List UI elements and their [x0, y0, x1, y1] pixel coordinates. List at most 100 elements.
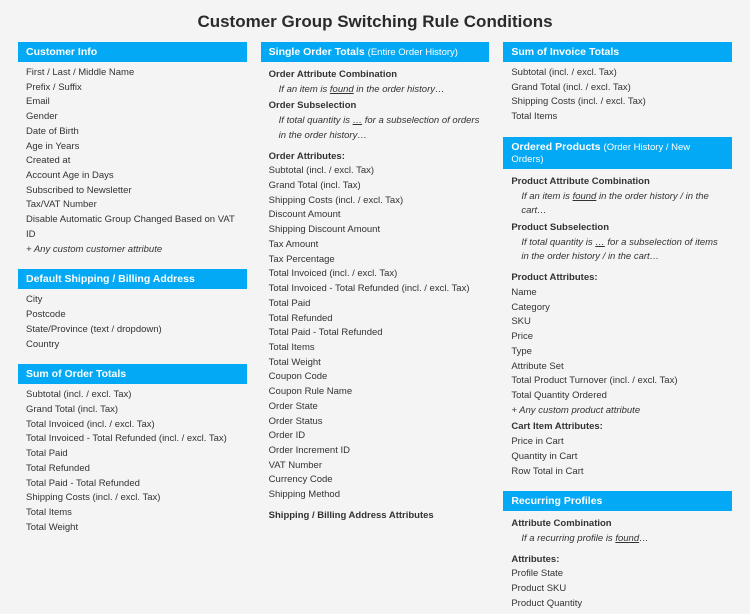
ordered-group1-desc: If an item is found in the order history… [511, 190, 724, 219]
page-title: Customer Group Switching Rule Conditions [18, 12, 732, 32]
list-item: Shipping Costs (incl. / excl. Tax) [26, 491, 239, 506]
section-header-single-order-main: Single Order Totals [269, 46, 365, 58]
list-item: Total Paid [269, 297, 482, 312]
list-item: Profile State [511, 567, 724, 582]
list-item: Total Invoiced (incl. / excl. Tax) [26, 418, 239, 433]
list-item: Country [26, 338, 239, 353]
list-item: Coupon Rule Name [269, 385, 482, 400]
desc-underline: found [573, 191, 597, 202]
single-order-attrs-list: Subtotal (incl. / excl. Tax)Grand Total … [269, 164, 482, 503]
list-item: City [26, 293, 239, 308]
section-body-sum-order-totals: Subtotal (incl. / excl. Tax)Grand Total … [18, 384, 247, 537]
recurring-attrs-list: Profile StateProduct SKUProduct Quantity [511, 567, 724, 611]
ordered-prod-attrs-heading: Product Attributes: [511, 271, 724, 286]
section-body-sum-invoice: Subtotal (incl. / excl. Tax)Grand Total … [503, 62, 732, 127]
list-item: Tax Amount [269, 238, 482, 253]
list-item: Tax/VAT Number [26, 198, 239, 213]
desc-pre: If total quantity is [279, 115, 353, 126]
list-item: Shipping Costs (incl. / excl. Tax) [511, 95, 724, 110]
list-item: First / Last / Middle Name [26, 66, 239, 81]
sum-invoice-list: Subtotal (incl. / excl. Tax)Grand Total … [511, 66, 724, 125]
recurring-group1-desc: If a recurring profile is found… [511, 532, 724, 547]
customer-info-plus-any: + Any custom customer attribute [26, 243, 239, 258]
list-item: Coupon Code [269, 370, 482, 385]
desc-pre: If an item is [279, 84, 330, 95]
list-item: Total Weight [269, 356, 482, 371]
list-item: Product Quantity [511, 597, 724, 612]
list-item: Subtotal (incl. / excl. Tax) [269, 164, 482, 179]
ordered-group2-title: Product Subselection [511, 221, 724, 236]
list-item: Price [511, 330, 724, 345]
single-order-group1-title: Order Attribute Combination [269, 68, 482, 83]
column-1: Customer Info First / Last / Middle Name… [18, 42, 247, 537]
single-order-attrs-heading: Order Attributes: [269, 150, 482, 165]
list-item: Total Paid [26, 447, 239, 462]
section-customer-info: Customer Info First / Last / Middle Name… [18, 42, 247, 259]
desc-underline: found [330, 84, 354, 95]
list-item: Order Status [269, 415, 482, 430]
customer-info-list: First / Last / Middle NamePrefix / Suffi… [26, 66, 239, 243]
list-item: Prefix / Suffix [26, 81, 239, 96]
list-item: Grand Total (incl. / excl. Tax) [511, 81, 724, 96]
list-item: Disable Automatic Group Changed Based on… [26, 213, 239, 242]
list-item: Created at [26, 154, 239, 169]
list-item: Total Invoiced - Total Refunded (incl. /… [26, 432, 239, 447]
section-default-address: Default Shipping / Billing Address CityP… [18, 269, 247, 354]
desc-underline: found [615, 533, 639, 544]
columns-container: Customer Info First / Last / Middle Name… [18, 42, 732, 614]
section-header-single-order: Single Order Totals (Entire Order Histor… [261, 42, 490, 62]
ordered-group1-title: Product Attribute Combination [511, 175, 724, 190]
list-item: Total Weight [26, 521, 239, 536]
section-header-customer-info: Customer Info [18, 42, 247, 62]
list-item: Age in Years [26, 140, 239, 155]
list-item: Gender [26, 110, 239, 125]
list-item: Name [511, 286, 724, 301]
list-item: Total Refunded [269, 312, 482, 327]
list-item: Attribute Set [511, 360, 724, 375]
list-item: Total Items [26, 506, 239, 521]
desc-pre: If an item is [521, 191, 572, 202]
list-item: State/Province (text / dropdown) [26, 323, 239, 338]
list-item: Total Refunded [26, 462, 239, 477]
list-item: Currency Code [269, 473, 482, 488]
desc-pre: If total quantity is [521, 237, 595, 248]
list-item: Discount Amount [269, 208, 482, 223]
section-body-customer-info: First / Last / Middle NamePrefix / Suffi… [18, 62, 247, 259]
list-item: Total Invoiced - Total Refunded (incl. /… [269, 282, 482, 297]
list-item: Order State [269, 400, 482, 415]
list-item: Order Increment ID [269, 444, 482, 459]
section-body-default-address: CityPostcodeState/Province (text / dropd… [18, 289, 247, 354]
list-item: VAT Number [269, 459, 482, 474]
list-item: Date of Birth [26, 125, 239, 140]
list-item: Grand Total (incl. Tax) [26, 403, 239, 418]
section-header-single-order-sub: (Entire Order History) [368, 47, 458, 58]
column-2: Single Order Totals (Entire Order Histor… [261, 42, 490, 526]
section-recurring: Recurring Profiles Attribute Combination… [503, 491, 732, 613]
list-item: Row Total in Cart [511, 465, 724, 480]
list-item: Tax Percentage [269, 253, 482, 268]
list-item: Total Paid - Total Refunded [269, 326, 482, 341]
section-body-recurring: Attribute Combination If a recurring pro… [503, 511, 732, 613]
desc-post: in the order history… [354, 84, 445, 95]
column-3: Sum of Invoice Totals Subtotal (incl. / … [503, 42, 732, 614]
list-item: Quantity in Cart [511, 450, 724, 465]
list-item: Price in Cart [511, 435, 724, 450]
ordered-cart-attrs-heading: Cart Item Attributes: [511, 420, 724, 435]
section-body-ordered-products: Product Attribute Combination If an item… [503, 169, 732, 481]
list-item: Shipping Method [269, 488, 482, 503]
ordered-prod-attrs-list: NameCategorySKUPriceTypeAttribute SetTot… [511, 286, 724, 404]
sum-order-totals-list: Subtotal (incl. / excl. Tax)Grand Total … [26, 388, 239, 535]
ordered-plus-any: + Any custom product attribute [511, 404, 724, 419]
list-item: Postcode [26, 308, 239, 323]
list-item: Total Invoiced (incl. / excl. Tax) [269, 267, 482, 282]
list-item: Shipping Costs (incl. / excl. Tax) [269, 194, 482, 209]
recurring-group1-title: Attribute Combination [511, 517, 724, 532]
ordered-group2-desc: If total quantity is … for a subselectio… [511, 236, 724, 265]
list-item: Subscribed to Newsletter [26, 184, 239, 199]
section-header-recurring: Recurring Profiles [503, 491, 732, 511]
list-item: Subtotal (incl. / excl. Tax) [26, 388, 239, 403]
single-order-group2-desc: If total quantity is … for a subselectio… [269, 114, 482, 143]
list-item: SKU [511, 315, 724, 330]
list-item: Order ID [269, 429, 482, 444]
section-body-single-order: Order Attribute Combination If an item i… [261, 62, 490, 526]
